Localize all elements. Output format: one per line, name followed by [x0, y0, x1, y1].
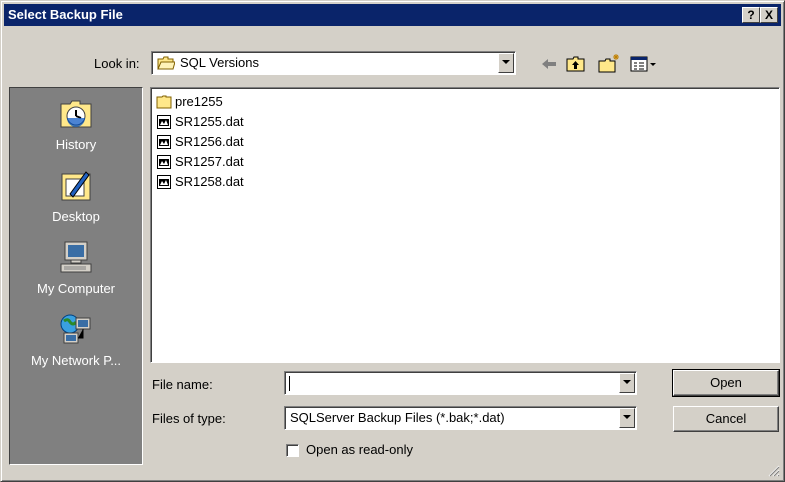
file-name: SR1255.dat: [175, 114, 244, 130]
file-icon: [157, 154, 171, 169]
places-item-my-network[interactable]: My Network P...: [10, 312, 142, 368]
places-label-desktop: Desktop: [52, 209, 100, 224]
list-item[interactable]: SR1256.dat: [156, 133, 244, 152]
places-item-history[interactable]: History: [10, 96, 142, 152]
places-label-my-computer: My Computer: [36, 281, 116, 296]
folder-icon: [156, 95, 172, 109]
read-only-label: Open as read-only: [306, 442, 413, 457]
places-item-desktop[interactable]: Desktop: [10, 168, 142, 224]
look-in-value: SQL Versions: [180, 55, 260, 70]
file-name: SR1256.dat: [175, 134, 244, 150]
file-name: SR1258.dat: [175, 174, 244, 190]
open-button[interactable]: Open: [672, 369, 780, 397]
places-item-my-computer[interactable]: My Computer: [10, 240, 142, 296]
list-item[interactable]: SR1255.dat: [156, 113, 244, 132]
file-name: SR1257.dat: [175, 154, 244, 170]
files-of-type-value: SQLServer Backup Files (*.bak;*.dat): [290, 410, 505, 425]
file-name-input[interactable]: [284, 371, 637, 395]
back-arrow-icon[interactable]: [539, 53, 559, 75]
look-in-dropdown-arrow[interactable]: [498, 53, 514, 73]
places-label-my-network: My Network P...: [30, 353, 122, 368]
history-icon: [60, 100, 92, 128]
list-item[interactable]: pre1255: [156, 93, 223, 112]
file-name-dropdown-arrow[interactable]: [619, 373, 635, 393]
file-icon: [157, 134, 171, 149]
up-folder-icon[interactable]: [565, 53, 587, 75]
select-backup-file-dialog: Select Backup File ? X Look in: SQL Vers…: [0, 0, 785, 482]
file-name: pre1255: [175, 94, 223, 110]
read-only-checkbox[interactable]: [286, 444, 299, 457]
list-item[interactable]: SR1257.dat: [156, 153, 244, 172]
look-in-label: Look in:: [94, 56, 140, 71]
desktop-icon: [61, 171, 91, 201]
title-bar[interactable]: Select Backup File ? X: [4, 4, 781, 26]
my-network-icon: [60, 314, 91, 344]
help-button[interactable]: ?: [742, 7, 760, 23]
text-caret: [289, 376, 290, 391]
new-folder-icon[interactable]: [597, 53, 621, 75]
open-folder-icon: [157, 56, 175, 70]
look-in-dropdown[interactable]: SQL Versions: [151, 51, 516, 75]
files-of-type-dropdown-arrow[interactable]: [619, 408, 635, 428]
file-icon: [157, 114, 171, 129]
files-of-type-dropdown[interactable]: SQLServer Backup Files (*.bak;*.dat): [284, 406, 637, 430]
close-button[interactable]: X: [760, 7, 778, 23]
view-menu-icon[interactable]: [629, 53, 659, 75]
resize-grip-icon[interactable]: [768, 465, 780, 477]
list-item[interactable]: SR1258.dat: [156, 173, 244, 192]
places-bar: History Desktop My Computer My Network P…: [9, 87, 143, 465]
files-of-type-label: Files of type:: [152, 411, 226, 426]
file-name-label: File name:: [152, 377, 213, 392]
file-list[interactable]: pre1255 SR1255.dat SR1256.dat SR1257.dat: [150, 87, 780, 363]
file-icon: [157, 174, 171, 189]
cancel-button[interactable]: Cancel: [673, 406, 779, 432]
window-title: Select Backup File: [8, 7, 123, 22]
my-computer-icon: [60, 241, 92, 273]
places-label-history: History: [55, 137, 97, 152]
